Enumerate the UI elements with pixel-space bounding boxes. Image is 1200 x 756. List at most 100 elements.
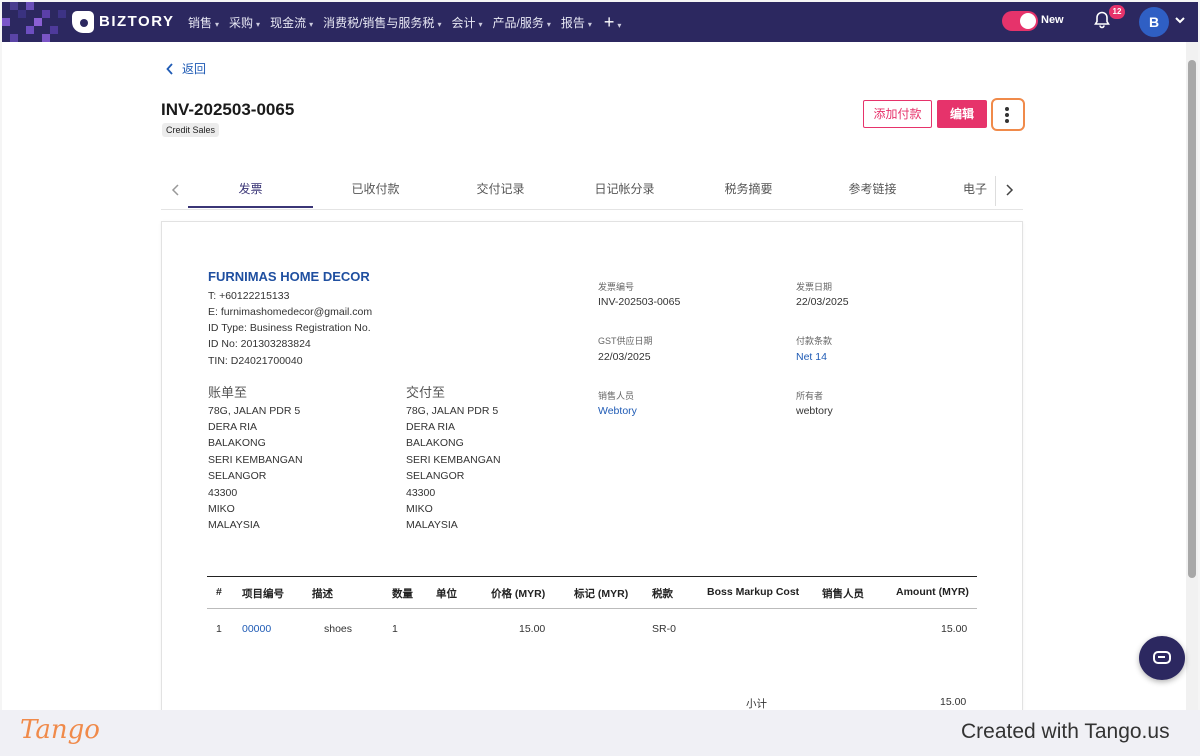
logo-pixel-art [2,2,72,42]
avatar[interactable]: B [1139,7,1169,37]
gst-supply-date-label: GST供应日期 [598,336,653,346]
menu-add[interactable]: + ▾ [602,12,622,33]
item-quantity: 1 [392,623,398,635]
owner-value: webtory [796,405,833,417]
chevron-down-icon: ▾ [617,20,622,30]
column-header: 价格 (MYR) [491,588,546,600]
chevron-down-icon: ▾ [437,19,442,29]
salesperson-label: 销售人员 [598,391,635,401]
bill-to-line: BALAKONG [208,437,266,449]
brand-name: BIZTORY [99,13,175,30]
bill-to-title: 账单至 [208,385,248,400]
back-label: 返回 [182,62,207,76]
chevron-down-icon: ▾ [587,19,592,29]
column-header: 单位 [436,588,457,600]
plus-icon: + [603,11,615,32]
payment-terms-link[interactable]: Net 14 [796,351,827,363]
item-description: shoes [324,623,353,635]
chevron-down-icon: ▾ [215,19,220,29]
ship-to-line: DERA RIA [406,421,456,433]
company-tin: TIN: D24021700040 [208,355,303,367]
bill-to-line: 43300 [208,487,238,499]
tab-delivery-records[interactable]: 交付记录 [438,172,563,208]
invoice-number-label: 发票编号 [598,282,635,292]
item-price: 15.00 [519,623,546,635]
status-badge: Credit Sales [162,123,220,137]
toggle-label: New [1041,14,1064,26]
item-tax: SR-0 [652,623,676,635]
invoice-date-value: 22/03/2025 [796,296,849,308]
company-id-type: ID Type: Business Registration No. [208,322,371,334]
column-header: 标记 (MYR) [574,588,629,600]
tab-invoice[interactable]: 发票 [188,172,313,208]
invoice-date-label: 发票日期 [796,282,833,292]
column-header: Boss Markup Cost [707,586,800,598]
more-options-button[interactable] [991,98,1025,131]
scrollbar-thumb[interactable] [1188,60,1196,578]
owner-label: 所有者 [796,391,824,401]
ship-to-line: 43300 [406,487,436,499]
menu-tax[interactable]: 消费税/销售与服务税 ▾ [323,14,441,31]
ship-to-line: MIKO [406,503,433,515]
created-with-text: Created with Tango.us [961,720,1170,743]
notification-badge: 12 [1109,5,1125,19]
menu-accounting[interactable]: 会计 ▾ [451,14,482,31]
invoice-tabs: 发票 已收付款 交付记录 日记帐分录 税务摘要 参考链接 电子 [161,172,1023,210]
invoice-card [161,221,1023,713]
chevron-down-icon: ▾ [478,19,483,29]
chat-button[interactable] [1139,636,1185,680]
tab-payments-received[interactable]: 已收付款 [313,172,438,208]
main-menu: 销售 ▾ 采购 ▾ 现金流 ▾ 消费税/销售与服务税 ▾ 会计 ▾ 产品/服务 ▾ 报告 ▾ … [188,2,631,42]
bill-to-line: MALAYSIA [208,519,260,531]
ship-to-line: MALAYSIA [406,519,458,531]
table-header-divider [207,608,977,609]
brand-logo[interactable]: BIZTORY [2,2,182,42]
table-top-border [207,576,977,577]
bill-to-line: MIKO [208,503,235,515]
tab-divider [995,176,996,206]
subtotal-label: 小计 [746,698,767,710]
chevron-left-icon [166,62,173,75]
chevron-down-icon: ▾ [309,19,314,29]
bill-to-line: DERA RIA [208,421,258,433]
salesperson-link[interactable]: Webtory [598,405,637,417]
menu-cashflow[interactable]: 现金流 ▾ [270,14,313,31]
company-id-no: ID No: 201303283824 [208,338,311,350]
page-title: INV-202503-0065 [161,100,295,119]
company-phone: T: +60122215133 [208,290,290,302]
new-ui-toggle[interactable] [1002,11,1038,31]
menu-purchases[interactable]: 采购 ▾ [229,14,260,31]
kebab-menu-icon [1005,107,1009,123]
chevron-right-icon[interactable] [1002,182,1016,198]
row-number: 1 [216,623,222,635]
item-code-link[interactable]: 00000 [242,623,271,635]
back-link[interactable]: 返回 [166,60,206,77]
bill-to-line: SERI KEMBANGAN [208,454,303,466]
tab-journal-entries[interactable]: 日记帐分录 [562,172,687,208]
menu-sales[interactable]: 销售 ▾ [188,14,219,31]
column-header: 税款 [652,588,673,600]
menu-reports[interactable]: 报告 ▾ [561,14,592,31]
ship-to-line: SERI KEMBANGAN [406,454,501,466]
chevron-down-icon: ▾ [546,19,551,29]
column-header: 数量 [392,588,413,600]
tab-tax-summary[interactable]: 税务摘要 [686,172,811,208]
payment-terms-label: 付款条款 [796,336,833,346]
ship-to-line: SELANGOR [406,470,465,482]
edit-button[interactable]: 编辑 [937,100,987,128]
chevron-down-icon[interactable] [1174,13,1186,27]
chevron-down-icon: ▾ [256,19,261,29]
chevron-left-icon[interactable] [169,182,183,198]
company-name: FURNIMAS HOME DECOR [208,269,370,284]
ship-to-line: BALAKONG [406,437,464,449]
add-payment-button[interactable]: 添加付款 [863,100,932,128]
bill-to-line: SELANGOR [208,470,267,482]
column-header: 描述 [312,588,333,600]
tab-reference-links[interactable]: 参考链接 [810,172,935,208]
gst-supply-date-value: 22/03/2025 [598,351,651,363]
menu-products[interactable]: 产品/服务 ▾ [492,14,550,31]
ship-to-title: 交付至 [406,385,446,400]
column-header: 销售人员 [822,588,864,600]
column-header: # [216,586,222,598]
tab-einvoice[interactable]: 电子 [923,172,993,208]
